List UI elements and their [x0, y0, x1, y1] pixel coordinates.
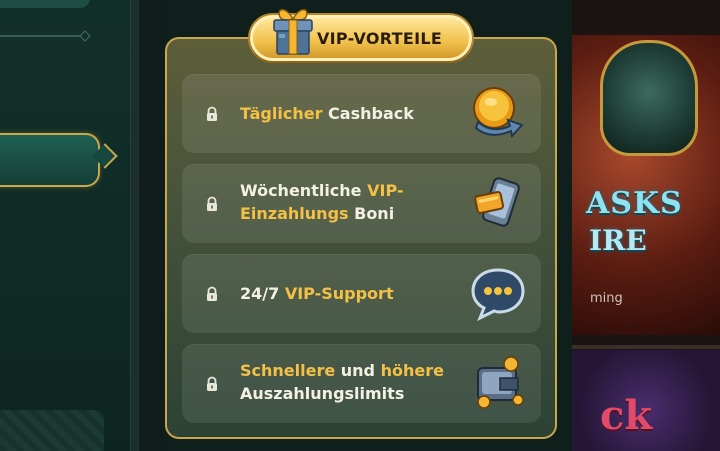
- left-sidebar: [0, 0, 130, 451]
- benefit-vip-support: 24/7 VIP-Support: [182, 254, 541, 333]
- content-gutter: [139, 0, 165, 451]
- benefit-highlight: Täglicher: [240, 104, 323, 123]
- game-title-line2: IRE: [589, 224, 647, 257]
- benefit-daily-cashback: Täglicher Cashback: [182, 74, 541, 153]
- vip-title: VIP-VORTEILE: [317, 29, 443, 48]
- benefit-weekly-deposit-bonus: Wöchentliche VIP- Einzahlungs Boni: [182, 164, 541, 243]
- game-card-separator: [572, 345, 720, 349]
- phone-card-icon: [474, 177, 520, 227]
- game-title-bottom: ck: [600, 392, 653, 439]
- coin-cashback-icon: [473, 87, 524, 139]
- benefit-text: Boni: [348, 204, 395, 223]
- wallet-coins-icon: [477, 356, 524, 409]
- lock-icon: [207, 376, 217, 391]
- game-art-figure: [600, 40, 698, 156]
- game-title-line1: ASKS: [586, 186, 683, 221]
- benefit-highlight: Schnellere: [240, 361, 336, 380]
- benefit-label: 24/7 VIP-Support: [240, 282, 394, 305]
- chat-bubble-icon: [471, 268, 525, 322]
- sidebar-divider-end: [79, 30, 91, 42]
- benefit-text: Cashback: [322, 104, 414, 123]
- benefit-text: Wöchentliche: [240, 181, 368, 200]
- lock-icon: [207, 286, 217, 301]
- gift-box-icon: [273, 9, 313, 55]
- sidebar-divider: [0, 35, 84, 37]
- benefit-highlight: Einzahlungs: [240, 204, 349, 223]
- lock-icon: [207, 106, 217, 121]
- benefit-highlight: VIP-Support: [284, 284, 394, 303]
- benefit-highlight: VIP-: [367, 181, 404, 200]
- benefit-text: 24/7: [240, 284, 285, 303]
- benefit-payout-limits: Schnellere und höhere Auszahlungslimits: [182, 344, 541, 423]
- benefit-label: Schnellere und höhere Auszahlungslimits: [240, 359, 444, 405]
- lock-icon: [207, 196, 217, 211]
- benefit-label: Wöchentliche VIP- Einzahlungs Boni: [240, 179, 404, 225]
- benefit-highlight: höhere: [380, 361, 444, 380]
- benefit-text: und: [335, 361, 381, 380]
- benefit-label: Täglicher Cashback: [240, 102, 414, 125]
- sidebar-bottom-tile[interactable]: [0, 410, 104, 451]
- game-provider-text: ming: [590, 291, 623, 306]
- sidebar-top-item[interactable]: [0, 0, 90, 8]
- benefit-text: Auszahlungslimits: [240, 384, 405, 403]
- sidebar-active-item[interactable]: [0, 133, 100, 187]
